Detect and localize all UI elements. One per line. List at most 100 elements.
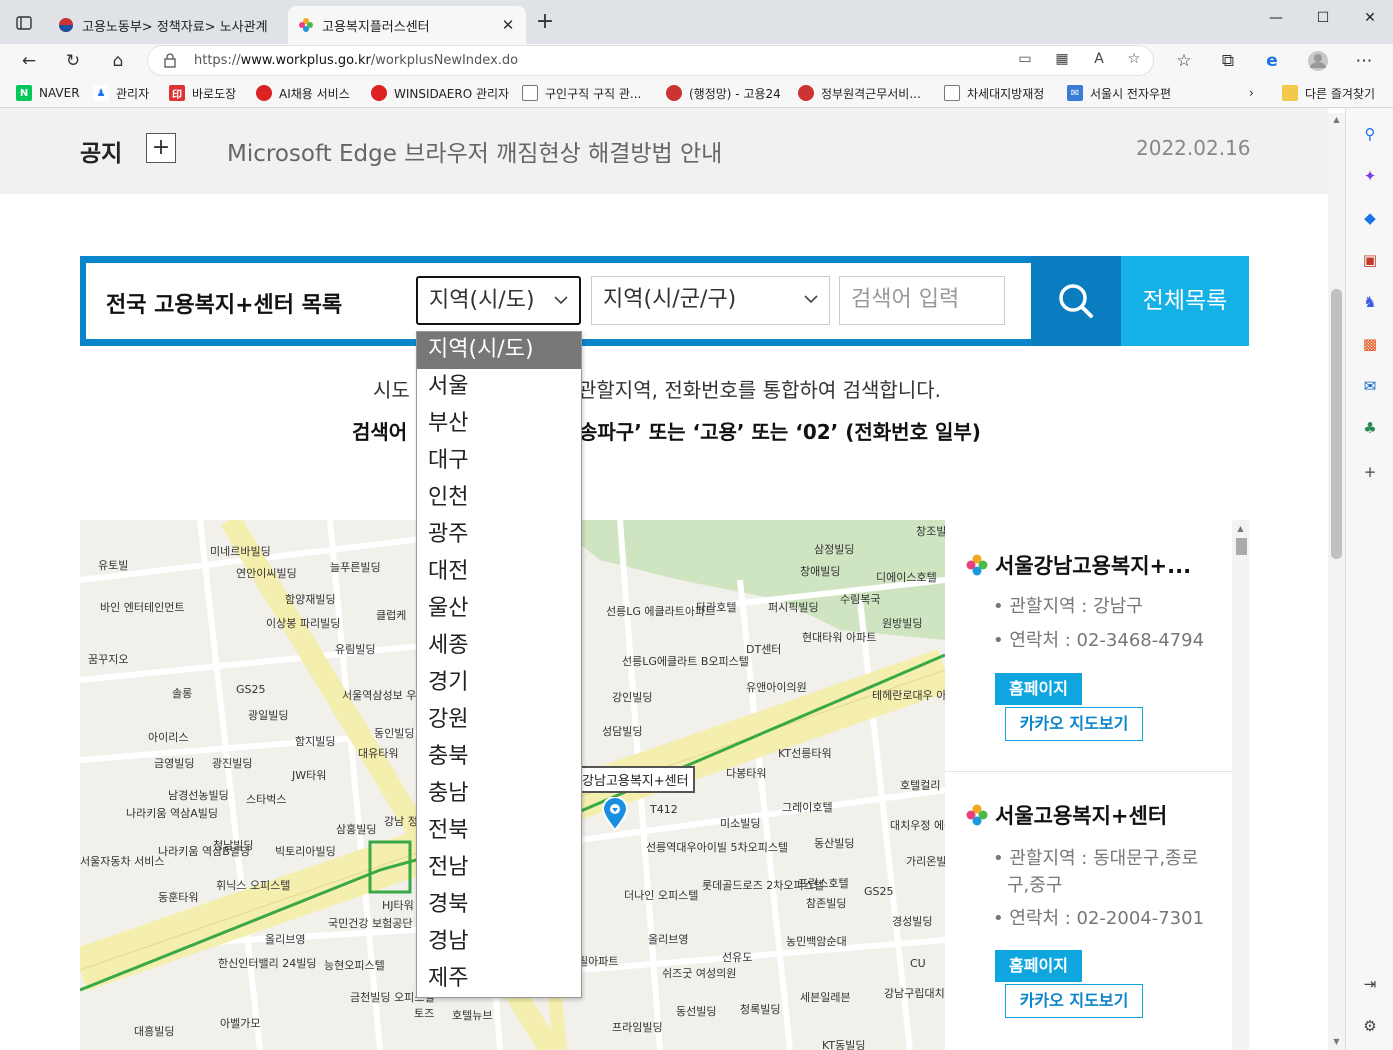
region-option[interactable]: 제주 (417, 961, 581, 998)
results-scrollbar[interactable]: ▲ (1232, 520, 1249, 1050)
map-label: 늘푸른빌딩 (330, 561, 381, 574)
notice-label: 공지 (80, 141, 123, 167)
result-phone: • 연락처 : 02-3468-4794 (993, 630, 1205, 651)
browser-tab-bar: 고용노동부> 정책자료> 노사관계 고용복지플러스센터 ✕ + — ☐ ✕ (0, 0, 1393, 44)
region-option[interactable]: 경북 (417, 887, 581, 924)
region-option[interactable]: 인천 (417, 480, 581, 517)
bookmark-admin[interactable]: ♟ 관리자 (93, 83, 149, 103)
region-option[interactable]: 강원 (417, 702, 581, 739)
notice-title[interactable]: Microsoft Edge 브라우저 깨짐현상 해결방법 안내 (227, 134, 722, 168)
search-button[interactable] (1031, 256, 1121, 346)
home-icon[interactable]: ⌂ (106, 49, 130, 73)
homepage-button[interactable]: 홈페이지 (995, 673, 1082, 705)
region-option[interactable]: 대전 (417, 554, 581, 591)
bookmark-naver[interactable]: N NAVER (16, 83, 80, 103)
bookmarks-overflow-icon[interactable]: › (1249, 83, 1254, 103)
map-label: 선릉LG에클라트 B오피스텔 (622, 655, 749, 668)
bookmark-stamp[interactable]: 印 바로도장 (169, 83, 236, 103)
tab-inactive[interactable]: 고용노동부> 정책자료> 노사관계 (48, 6, 283, 44)
region-option[interactable]: 서울 (417, 369, 581, 406)
page-scrollbar[interactable]: ▲ ▼ (1328, 113, 1345, 1050)
hide-sidebar-icon[interactable]: ⇥ (1360, 974, 1380, 994)
scroll-thumb[interactable] (1236, 538, 1247, 555)
search-description-2: 검색어 송파구’ 또는 ‘고용’ 또는 ‘02’ (전화번호 일부) (352, 420, 981, 444)
close-tab-icon[interactable]: ✕ (500, 16, 516, 34)
keyword-input[interactable]: 검색어 입력 (839, 276, 1005, 325)
back-icon[interactable]: ← (17, 49, 41, 73)
bookmark-work24[interactable]: (행정망) - 고용24 (666, 83, 781, 103)
copilot-icon[interactable]: ✦ (1360, 166, 1380, 186)
region-option[interactable]: 세종 (417, 628, 581, 665)
minimize-icon[interactable]: — (1261, 10, 1291, 32)
office-icon[interactable]: ▩ (1360, 334, 1380, 354)
tools-icon[interactable]: ▣ (1360, 250, 1380, 270)
bookmark-local-finance[interactable]: 차세대지방재정 (944, 83, 1044, 103)
kakao-map-button[interactable]: 카카오 지도보기 (1005, 984, 1143, 1018)
add-favorite-icon[interactable]: ☆ (1124, 51, 1144, 71)
region-option[interactable]: 경남 (417, 924, 581, 961)
all-list-button[interactable]: 전체목록 (1121, 256, 1249, 346)
app-available-icon[interactable]: ▭ (1015, 51, 1035, 71)
bookmark-ai-hiring[interactable]: AI채용 서비스 (256, 83, 350, 103)
region-select[interactable]: 지역(시/도) (416, 276, 581, 325)
tree-icon[interactable]: ♣ (1360, 418, 1380, 438)
profile-avatar[interactable] (1306, 49, 1330, 73)
map-label: 아이리스 (148, 731, 189, 744)
result-card-title[interactable]: 서울강남고용복지+... (965, 550, 1191, 580)
kakao-map-button[interactable]: 카카오 지도보기 (1005, 707, 1143, 741)
scroll-down-icon[interactable]: ▼ (1328, 1037, 1345, 1046)
scroll-up-icon[interactable]: ▲ (1232, 524, 1249, 533)
bookmark-seoul-mail[interactable]: ✉ 서울시 전자우편 (1067, 83, 1171, 103)
result-card-title[interactable]: 서울고용복지+센터 (965, 800, 1167, 830)
qr-icon[interactable]: ▦ (1052, 51, 1072, 71)
region-option[interactable]: 경기 (417, 665, 581, 702)
bookmark-winsidaero[interactable]: WINSIDAERO 관리자 (371, 83, 509, 103)
bookmark-remote-work[interactable]: 정부원격근무서비... (798, 83, 921, 103)
collections-icon[interactable]: ⧉ (1216, 49, 1240, 73)
other-bookmarks[interactable]: 다른 즐겨찾기 (1282, 83, 1375, 103)
map-label: KT선릉타워 (778, 747, 832, 760)
tab-actions-icon[interactable] (10, 10, 38, 36)
map-marker-popup[interactable]: 강남고용복지+센터 (576, 766, 695, 793)
region-option[interactable]: 전남 (417, 850, 581, 887)
district-select[interactable]: 지역(시/군/구) (591, 276, 830, 325)
region-option[interactable]: 대구 (417, 443, 581, 480)
new-tab-icon[interactable]: + (534, 11, 556, 34)
bookmark-job[interactable]: 구인구직 구직 관... (522, 83, 641, 103)
maximize-icon[interactable]: ☐ (1308, 10, 1338, 32)
notice-more-button[interactable]: + (146, 133, 176, 163)
district-select-value: 지역(시/군/구) (603, 287, 737, 312)
add-sidebar-icon[interactable]: + (1360, 462, 1380, 482)
outlook-icon[interactable]: ✉ (1360, 376, 1380, 396)
read-aloud-icon[interactable]: A (1089, 51, 1109, 71)
homepage-button[interactable]: 홈페이지 (995, 950, 1082, 982)
map-label: 연안이씨빌딩 (236, 567, 297, 580)
browser-toolbar: ← ↻ ⌂ https://www.workplus.go.kr/workplu… (0, 44, 1393, 78)
more-menu-icon[interactable]: ⋯ (1352, 49, 1376, 73)
scroll-up-icon[interactable]: ▲ (1328, 115, 1345, 124)
scroll-thumb[interactable] (1331, 289, 1342, 559)
region-option[interactable]: 광주 (417, 517, 581, 554)
close-window-icon[interactable]: ✕ (1355, 10, 1385, 32)
map-label: 올리브영 (648, 933, 689, 946)
address-bar[interactable]: https://www.workplus.go.kr/workplusNewIn… (147, 45, 1154, 76)
region-option[interactable]: 충북 (417, 739, 581, 776)
result-card: 서울강남고용복지+... • 관할지역 : 강남구 • 연락처 : 02-346… (945, 520, 1232, 772)
shopping-tag-icon[interactable]: ◆ (1360, 208, 1380, 228)
map-label: 선릉역대우아이빌 5차오피스텔 (646, 841, 789, 854)
region-option[interactable]: 지역(시/도) (417, 332, 581, 369)
bookmarks-bar: N NAVER ♟ 관리자 印 바로도장 AI채용 서비스 WINSIDAERO 관리… (0, 78, 1393, 108)
refresh-icon[interactable]: ↻ (61, 49, 85, 73)
favorites-icon[interactable]: ☆ (1172, 49, 1196, 73)
ie-mode-icon[interactable]: e (1260, 49, 1284, 73)
region-dropdown-list[interactable]: 지역(시/도) 서울 부산 대구 인천 광주 대전 울산 세종 경기 강원 충북 충남 전북 전남 경북 경남 제… (416, 331, 582, 998)
region-option[interactable]: 부산 (417, 406, 581, 443)
region-option[interactable]: 전북 (417, 813, 581, 850)
settings-gear-icon[interactable]: ⚙ (1360, 1016, 1380, 1036)
region-option[interactable]: 충남 (417, 776, 581, 813)
search-title: 전국 고용복지+센터 목록 (106, 293, 343, 318)
tab-active[interactable]: 고용복지플러스센터 ✕ (288, 6, 526, 44)
games-icon[interactable]: ♞ (1360, 292, 1380, 312)
region-option[interactable]: 울산 (417, 591, 581, 628)
search-icon[interactable]: ⚲ (1360, 124, 1380, 144)
